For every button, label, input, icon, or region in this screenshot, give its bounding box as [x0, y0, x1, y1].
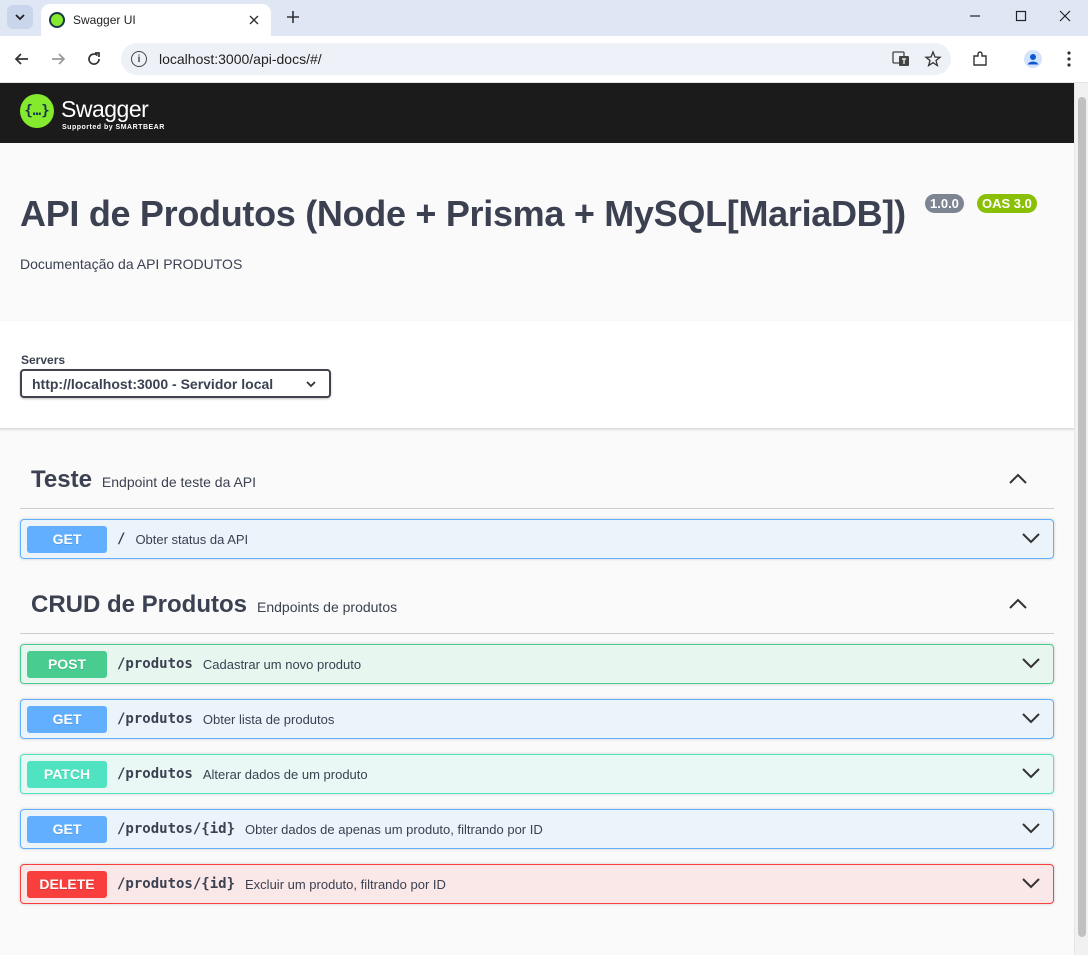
operation-summary: Excluir um produto, filtrando por ID — [245, 876, 446, 892]
operation-delete-produto-id[interactable]: DELETE /produtos/{id} Excluir um produto… — [20, 864, 1054, 904]
chevron-down-icon[interactable] — [1021, 766, 1041, 780]
chevron-up-icon[interactable] — [1008, 472, 1028, 486]
tag-name: Teste — [31, 466, 92, 493]
tag-name: CRUD de Produtos — [31, 591, 247, 618]
new-tab-plus-icon[interactable] — [282, 6, 304, 28]
browser-tab-strip: Swagger UI — [0, 0, 1088, 36]
method-badge: GET — [27, 525, 107, 553]
tag-description: Endpoint de teste da API — [101, 473, 257, 490]
site-info-icon[interactable]: i — [131, 51, 147, 67]
api-info: API de Produtos (Node + Prisma + MySQL[M… — [0, 143, 1074, 321]
chevron-down-icon[interactable] — [1021, 656, 1041, 670]
operation-path: /produtos/{id} — [117, 876, 236, 892]
tab-title: Swagger UI — [73, 13, 136, 27]
browser-menu-icon[interactable] — [1055, 45, 1083, 73]
tag-header-teste[interactable]: Teste Endpoint de teste da API — [20, 452, 1054, 509]
profile-avatar-icon[interactable] — [1019, 45, 1047, 73]
chevron-down-icon[interactable] — [1021, 711, 1041, 725]
servers-section: Servers http://localhost:3000 - Servidor… — [0, 321, 1074, 429]
method-badge: DELETE — [27, 870, 107, 898]
servers-label: Servers — [21, 353, 66, 367]
version-badge: 1.0.0 — [925, 194, 964, 213]
operation-summary: Alterar dados de um produto — [202, 766, 368, 782]
operation-path: /produtos/{id} — [117, 821, 236, 837]
chevron-down-icon — [15, 14, 25, 21]
browser-tab[interactable]: Swagger UI — [41, 4, 271, 36]
operation-path: / — [117, 531, 126, 547]
operation-get-produtos[interactable]: GET /produtos Obter lista de produtos — [20, 699, 1054, 739]
operation-summary: Obter dados de apenas um produto, filtra… — [245, 821, 543, 837]
chevron-down-icon[interactable] — [1021, 876, 1041, 890]
servers-select[interactable]: http://localhost:3000 - Servidor local — [20, 369, 331, 398]
operation-summary: Obter status da API — [135, 531, 249, 547]
swagger-topbar: {…} Swagger Supported by SMARTBEAR — [0, 83, 1074, 143]
forward-arrow-icon[interactable] — [44, 45, 72, 73]
reload-icon[interactable] — [80, 45, 108, 73]
translate-icon[interactable] — [887, 45, 915, 73]
page-scrollbar[interactable] — [1074, 83, 1088, 955]
bookmark-star-icon[interactable] — [919, 45, 947, 73]
operation-path: /produtos — [117, 766, 193, 782]
swagger-favicon-icon — [49, 12, 65, 28]
operation-get-produto-id[interactable]: GET /produtos/{id} Obter dados de apenas… — [20, 809, 1054, 849]
tag-header-crud-produtos[interactable]: CRUD de Produtos Endpoints de produtos — [20, 577, 1054, 634]
operation-patch-produtos[interactable]: PATCH /produtos Alterar dados de um prod… — [20, 754, 1054, 794]
page-title: API de Produtos (Node + Prisma + MySQL[M… — [20, 193, 906, 234]
oas-badge: OAS 3.0 — [977, 194, 1037, 213]
api-description: Documentação da API PRODUTOS — [20, 256, 243, 272]
swagger-logo-subtitle: Supported by SMARTBEAR — [62, 124, 165, 131]
tag-description: Endpoints de produtos — [257, 598, 398, 615]
address-bar[interactable]: i localhost:3000/api-docs/#/ — [121, 43, 951, 75]
chevron-down-icon — [306, 381, 316, 388]
operation-path: /produtos — [117, 656, 193, 672]
operation-path: /produtos — [117, 711, 193, 727]
url-text[interactable]: localhost:3000/api-docs/#/ — [159, 51, 887, 67]
chevron-down-icon[interactable] — [1021, 821, 1041, 835]
page-viewport: {…} Swagger Supported by SMARTBEAR API d… — [0, 83, 1074, 955]
method-badge: GET — [27, 705, 107, 733]
method-badge: POST — [27, 650, 107, 678]
method-badge: GET — [27, 815, 107, 843]
maximize-icon[interactable] — [998, 0, 1044, 32]
servers-selected-value: http://localhost:3000 - Servidor local — [32, 375, 274, 392]
chevron-down-icon[interactable] — [1021, 531, 1041, 545]
operation-post-produtos[interactable]: POST /produtos Cadastrar um novo produto — [20, 644, 1054, 684]
back-arrow-icon[interactable] — [8, 45, 36, 73]
scrollbar-thumb[interactable] — [1078, 97, 1086, 937]
operation-summary: Obter lista de produtos — [202, 711, 335, 727]
chevron-up-icon[interactable] — [1008, 597, 1028, 611]
browser-toolbar: i localhost:3000/api-docs/#/ — [0, 36, 1088, 83]
operation-summary: Cadastrar um novo produto — [202, 656, 362, 672]
extensions-icon[interactable] — [966, 45, 994, 73]
minimize-icon[interactable] — [952, 0, 998, 32]
operation-get-root[interactable]: GET / Obter status da API — [20, 519, 1054, 559]
swagger-logo-text[interactable]: Swagger — [61, 96, 149, 123]
swagger-logo-icon[interactable]: {…} — [20, 94, 54, 128]
tab-search-button[interactable] — [7, 5, 33, 29]
method-badge: PATCH — [27, 760, 107, 788]
window-close-icon[interactable] — [1042, 0, 1088, 32]
close-tab-icon[interactable] — [243, 9, 265, 31]
